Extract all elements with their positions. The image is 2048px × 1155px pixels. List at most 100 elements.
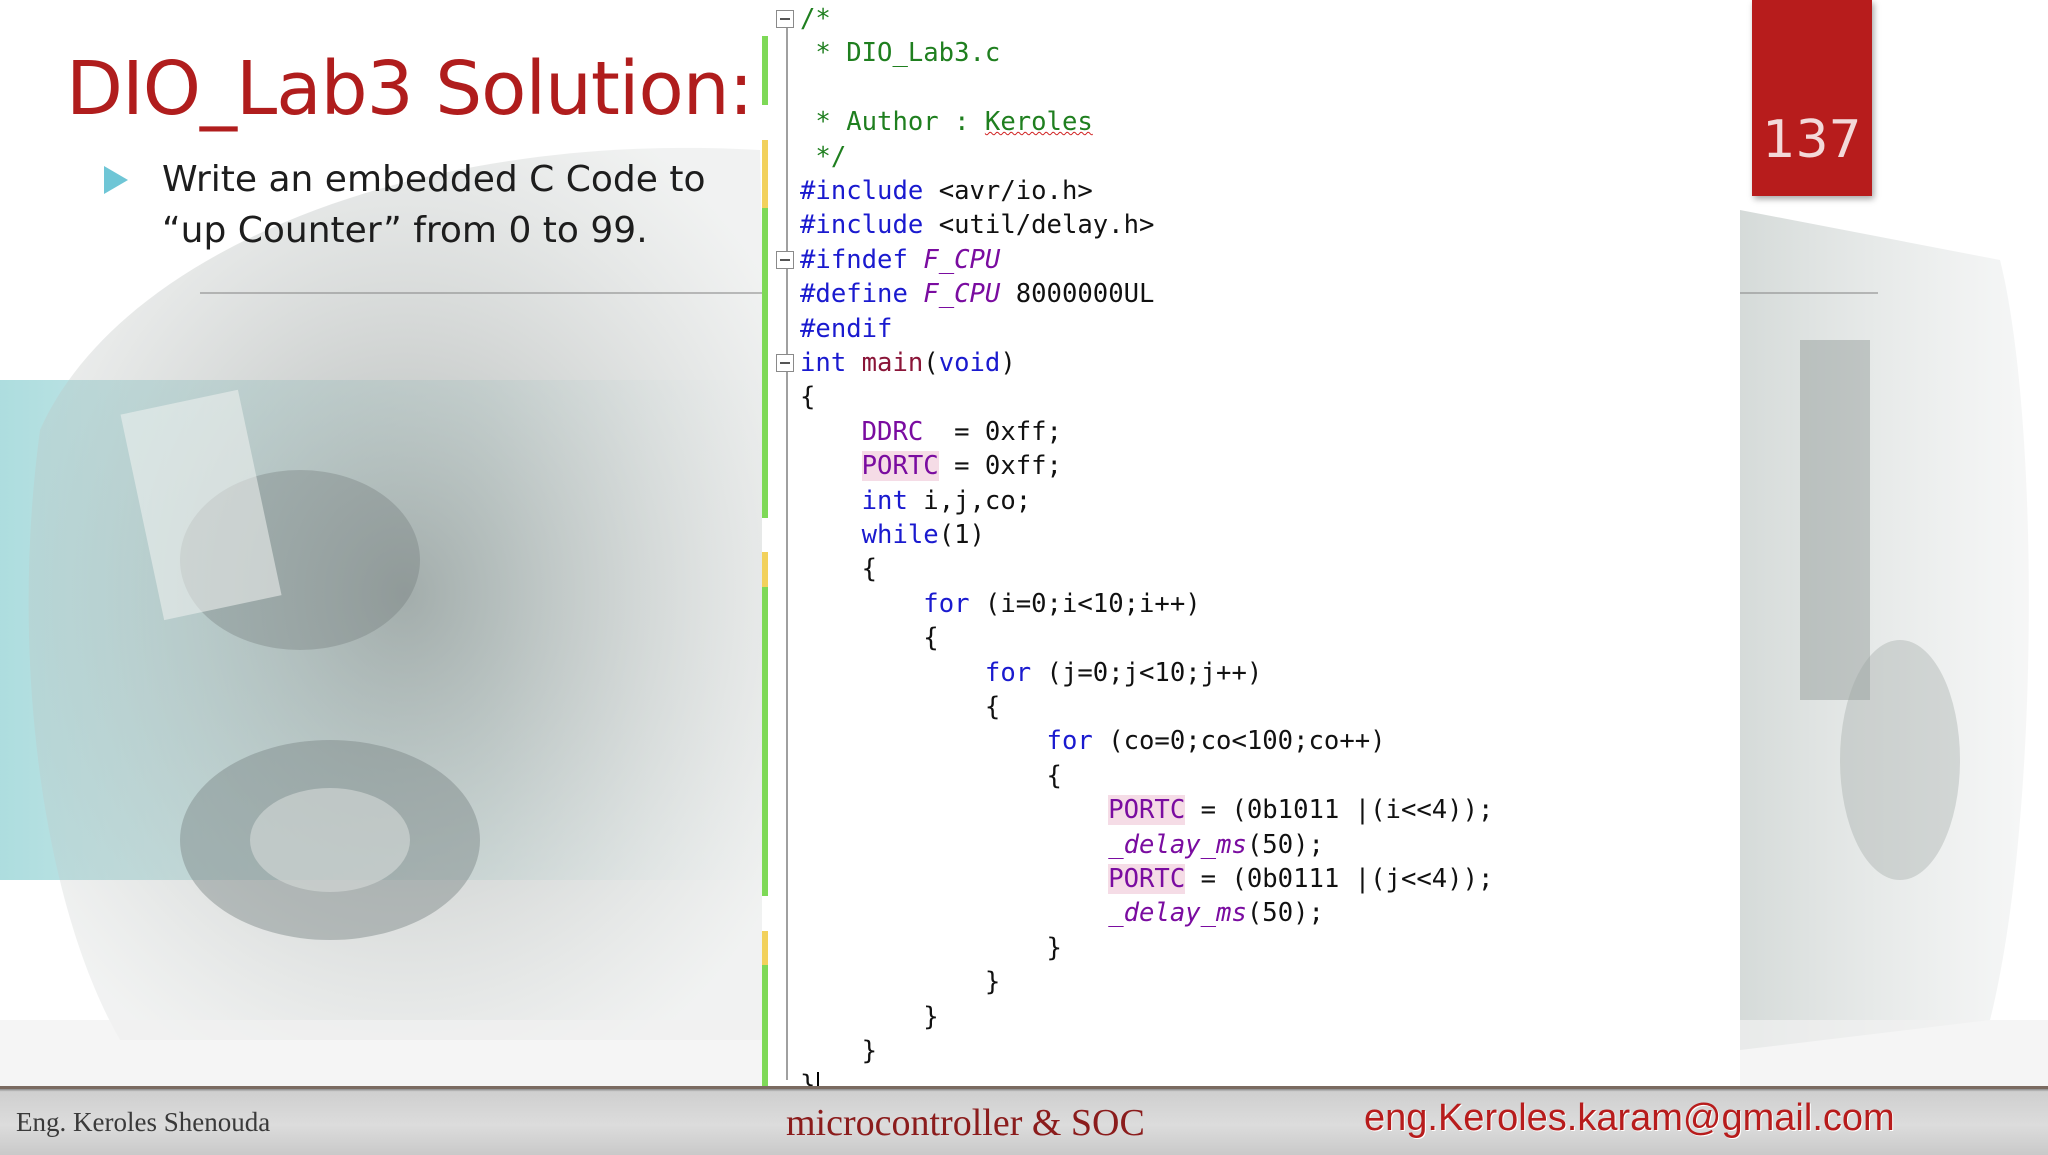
code-line[interactable]: } <box>800 965 1000 999</box>
code-token: PORTC <box>861 451 939 482</box>
code-token: #endif <box>800 313 893 344</box>
code-token: #include <box>800 176 939 206</box>
code-line[interactable]: for (i=0;i<10;i++) <box>800 587 1201 621</box>
change-bar <box>762 586 768 897</box>
code-line[interactable]: PORTC = 0xff; <box>800 449 1062 483</box>
code-token: #include <box>800 210 939 241</box>
footer-bar: Eng. Keroles Shenouda microcontroller & … <box>0 1086 2048 1155</box>
code-token: PORTC <box>1108 795 1186 826</box>
code-line[interactable]: * Author : Keroles <box>800 105 1093 139</box>
code-token: _delay_ms <box>1108 898 1247 929</box>
code-token: /* <box>800 4 831 34</box>
change-bar <box>762 36 768 106</box>
code-line[interactable]: */ <box>800 140 846 174</box>
change-bar <box>762 139 768 209</box>
code-token: (j=0;j<10;j++) <box>1031 657 1263 688</box>
code-line[interactable]: { <box>800 690 1000 724</box>
code-token: { <box>800 692 1001 722</box>
code-line[interactable]: } <box>800 931 1062 965</box>
code-token: * Author : <box>800 107 985 138</box>
code-line[interactable]: } <box>800 1000 939 1034</box>
code-line[interactable]: * DIO_Lab3.c <box>800 36 1000 70</box>
code-token: #define <box>800 279 924 310</box>
code-token: Keroles <box>984 107 1093 138</box>
page-number: 137 <box>1762 110 1862 170</box>
footer-email: eng.Keroles.karam@gmail.com <box>1364 1097 1895 1139</box>
code-line[interactable]: for (co=0;co<100;co++) <box>800 724 1386 758</box>
code-line[interactable]: PORTC = (0b1011 |(i<<4)); <box>800 793 1493 827</box>
code-line[interactable]: #include <avr/io.h> <box>800 174 1093 208</box>
divider-right <box>1740 292 1878 294</box>
code-line[interactable]: /* <box>800 2 831 36</box>
code-token: ) <box>1000 348 1016 378</box>
code-token: <util/delay.h> <box>938 210 1155 241</box>
code-token: for <box>923 588 970 619</box>
code-editor[interactable]: /* * DIO_Lab3.c * Author : Keroles */#in… <box>762 0 1740 1094</box>
code-token: = (0b1011 |(i<<4)); <box>1185 795 1494 826</box>
code-line[interactable]: PORTC = (0b0111 |(j<<4)); <box>800 862 1493 896</box>
code-line[interactable]: int main(void) <box>800 346 1016 380</box>
code-token: (1) <box>938 520 985 550</box>
code-line[interactable] <box>800 71 815 105</box>
code-line[interactable]: _delay_ms(50); <box>800 828 1324 862</box>
code-line[interactable]: { <box>800 552 877 586</box>
code-token: } <box>800 1001 939 1032</box>
collapse-icon[interactable] <box>776 10 794 28</box>
code-token: (co=0;co<100;co++) <box>1092 726 1386 757</box>
slide-title: DIO_Lab3 Solution: <box>66 46 754 132</box>
code-token: (i=0;i<10;i++) <box>969 588 1201 619</box>
code-line[interactable]: _delay_ms(50); <box>800 896 1324 930</box>
code-token: { <box>800 554 878 585</box>
change-bar <box>762 930 768 966</box>
code-token: ( <box>923 348 939 378</box>
code-line[interactable]: #include <util/delay.h> <box>800 208 1154 242</box>
code-token: _delay_ms <box>1108 829 1247 860</box>
code-line[interactable]: #ifndef F_CPU <box>800 243 1000 277</box>
code-line[interactable]: #endif <box>800 312 892 346</box>
code-token: int <box>800 348 862 378</box>
code-token: PORTC <box>1108 864 1186 894</box>
code-line[interactable]: int i,j,co; <box>800 484 1032 518</box>
collapse-icon[interactable] <box>776 250 794 269</box>
bullet-item: Write an embedded C Code to “up Counter”… <box>104 154 744 256</box>
code-token: DDRC <box>861 416 924 447</box>
triangle-bullet-icon <box>104 166 128 194</box>
code-token: = 0xff; <box>923 416 1062 447</box>
code-line[interactable]: { <box>800 621 938 655</box>
code-token: { <box>800 760 1062 791</box>
page-number-badge: 137 <box>1752 0 1872 196</box>
change-bar <box>762 208 768 518</box>
code-line[interactable]: DDRC = 0xff; <box>800 415 1062 449</box>
code-token: } <box>800 1036 878 1066</box>
code-token: } <box>800 932 1062 963</box>
divider-left <box>200 292 762 294</box>
footer-author: Eng. Keroles Shenouda <box>16 1107 271 1137</box>
code-line[interactable]: while(1) <box>800 518 985 552</box>
code-token: { <box>800 382 816 413</box>
code-token: } <box>800 967 1001 998</box>
change-bar <box>762 552 768 587</box>
code-token: while <box>861 520 939 550</box>
code-line[interactable]: #define F_CPU 8000000UL <box>800 277 1154 311</box>
code-token: */ <box>800 141 847 172</box>
code-line[interactable]: } <box>800 1034 877 1068</box>
bullet-text: Write an embedded C Code to “up Counter”… <box>162 159 706 251</box>
code-line[interactable]: for (j=0;j<10;j++) <box>800 656 1262 690</box>
code-token: for <box>1046 726 1093 757</box>
code-token: #ifndef <box>800 244 924 275</box>
code-line[interactable]: { <box>800 380 815 414</box>
code-token: = 0xff; <box>938 451 1062 482</box>
code-line[interactable]: { <box>800 759 1062 793</box>
collapse-icon[interactable] <box>776 354 794 372</box>
fold-guide-line <box>786 22 788 1080</box>
footer-course: microcontroller & SOC <box>786 1102 1145 1144</box>
code-token: F_CPU <box>923 244 1001 275</box>
